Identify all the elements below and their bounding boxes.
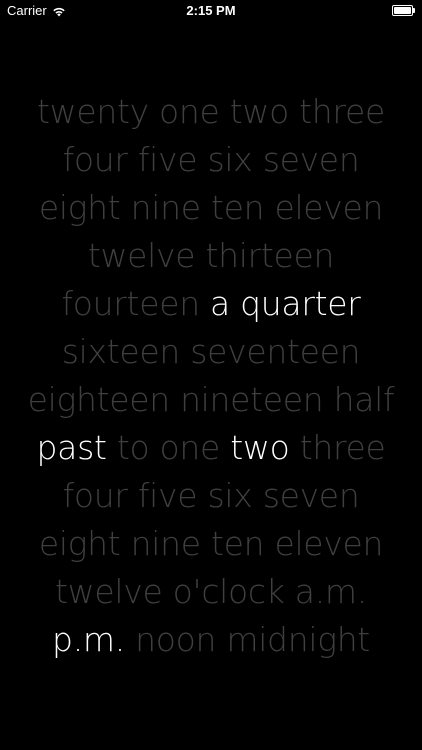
clock-line: twelve o'clock a.m. — [0, 568, 422, 616]
clock-word: three — [299, 92, 385, 131]
clock-word: one — [159, 428, 221, 467]
clock-word: four — [62, 476, 128, 515]
clock-word: midnight — [226, 620, 370, 659]
clock-line: twelve thirteen — [0, 232, 422, 280]
clock-word: nine — [130, 524, 201, 563]
clock-word: noon — [135, 620, 217, 659]
clock-line: eight nine ten eleven — [0, 184, 422, 232]
clock-line: four five six seven — [0, 136, 422, 184]
clock-word: eight — [38, 524, 121, 563]
clock-word: twelve — [87, 236, 196, 275]
clock-line: sixteen seventeen — [0, 328, 422, 376]
clock-word-active: a quarter — [210, 284, 361, 323]
clock-line: fourteen a quarter — [0, 280, 422, 328]
clock-word: seven — [262, 476, 360, 515]
clock-word: eighteen — [27, 380, 171, 419]
clock-line: eighteen nineteen half — [0, 376, 422, 424]
clock-word: fourteen — [61, 284, 200, 323]
battery-tip — [413, 8, 415, 13]
clock-word: nineteen — [180, 380, 324, 419]
battery-icon — [392, 5, 415, 16]
clock-word: six — [207, 140, 253, 179]
clock-word: o'clock — [172, 572, 285, 611]
clock-word-active: past — [36, 428, 107, 467]
clock-word: four — [62, 140, 128, 179]
clock-word: eleven — [274, 524, 384, 563]
clock-word-active: p.m. — [52, 620, 125, 659]
clock-line: four five six seven — [0, 472, 422, 520]
clock-word: twenty — [37, 92, 149, 131]
clock-word: a.m. — [294, 572, 367, 611]
word-clock-face: twenty one two three four five six seven e… — [0, 88, 422, 664]
clock-word-active: two — [230, 428, 290, 467]
clock-word: ten — [210, 524, 265, 563]
clock-line: past to one two three — [0, 424, 422, 472]
clock-word: half — [333, 380, 395, 419]
clock-word: two — [229, 92, 290, 131]
clock-word: three — [299, 428, 386, 467]
clock-word: five — [137, 140, 198, 179]
status-time: 2:15 PM — [186, 3, 236, 18]
clock-word: thirteen — [205, 236, 335, 275]
clock-word: eight — [38, 188, 121, 227]
status-bar: Carrier 2:15 PM — [0, 0, 422, 22]
clock-word: seventeen — [190, 332, 361, 371]
clock-word: nine — [130, 188, 201, 227]
clock-line: twenty one two three — [0, 88, 422, 136]
clock-word: ten — [210, 188, 265, 227]
clock-word: seven — [262, 140, 360, 179]
clock-word: one — [159, 92, 220, 131]
clock-line: eight nine ten eleven — [0, 520, 422, 568]
clock-word: to — [116, 428, 150, 467]
clock-line: p.m. noon midnight — [0, 616, 422, 664]
clock-word: five — [137, 476, 198, 515]
clock-word: eleven — [274, 188, 384, 227]
clock-word: six — [207, 476, 253, 515]
clock-word: twelve — [55, 572, 163, 611]
clock-word: sixteen — [61, 332, 181, 371]
battery-fill — [394, 7, 411, 14]
